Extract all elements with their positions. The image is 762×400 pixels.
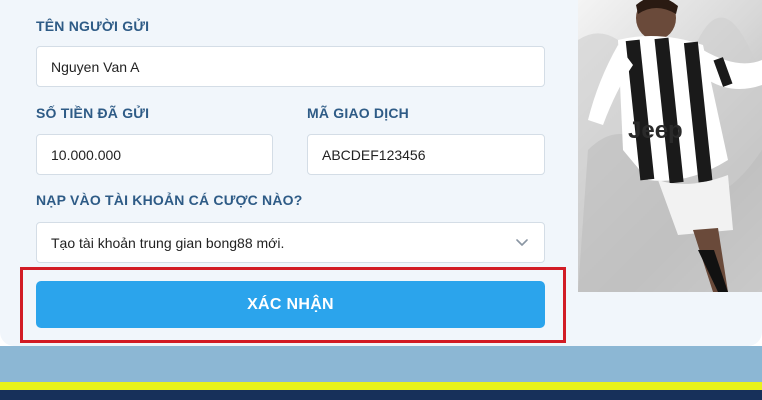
- dark-footer-strip: [0, 390, 762, 400]
- yellow-accent-strip: [0, 382, 762, 390]
- amount-sent-value: 10.000.000: [51, 146, 122, 163]
- confirm-button[interactable]: XÁC NHẬN: [36, 281, 545, 328]
- sender-name-value: Nguyen Van A: [51, 58, 140, 75]
- amount-sent-label: SỐ TIỀN ĐÃ GỬI: [36, 105, 150, 121]
- transaction-code-input[interactable]: ABCDEF123456: [307, 134, 545, 175]
- amount-sent-input[interactable]: 10.000.000: [36, 134, 273, 175]
- jersey-sponsor-text: Jeep: [628, 117, 683, 144]
- deposit-account-label: NẠP VÀO TÀI KHOẢN CÁ CƯỢC NÀO?: [36, 192, 303, 208]
- page-background: [0, 346, 762, 386]
- transaction-code-value: ABCDEF123456: [322, 146, 426, 163]
- deposit-account-select[interactable]: Tạo tài khoản trung gian bong88 mới.: [36, 222, 545, 263]
- deposit-account-selected: Tạo tài khoản trung gian bong88 mới.: [51, 234, 285, 251]
- transaction-code-label: MÃ GIAO DỊCH: [307, 105, 409, 121]
- sender-name-input[interactable]: Nguyen Van A: [36, 46, 545, 87]
- chevron-down-icon: [516, 239, 528, 246]
- football-player-image: Jeep: [578, 0, 762, 292]
- sender-name-label: TÊN NGƯỜI GỬI: [36, 18, 150, 34]
